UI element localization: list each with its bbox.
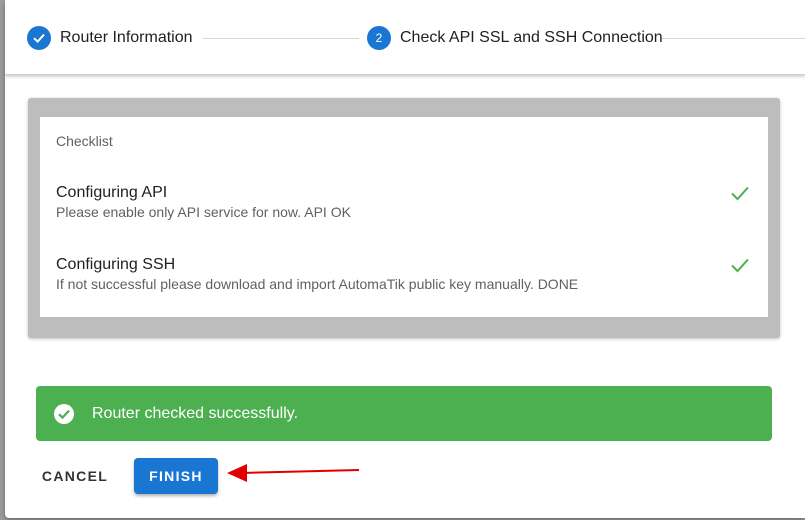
setup-dialog: Router Information 2 Check API SSL and S… (5, 0, 805, 518)
cancel-button[interactable]: CANCEL (35, 458, 115, 494)
check-icon (27, 26, 51, 50)
check-icon (731, 186, 749, 201)
checklist-item-ssh: Configuring SSH If not successful please… (56, 255, 768, 293)
success-alert: Router checked successfully. (36, 386, 772, 441)
step-connector (203, 38, 359, 39)
item-title: Configuring API (56, 184, 168, 201)
stepper: Router Information 2 Check API SSL and S… (5, 0, 805, 75)
item-title: Configuring SSH (56, 256, 176, 273)
step-connector (662, 38, 805, 39)
annotation-arrow-icon (227, 464, 360, 482)
item-subtitle: If not successful please download and im… (56, 276, 579, 292)
step-router-information[interactable]: Router Information (27, 26, 193, 50)
step-label: Check API SSL and SSH Connection (400, 29, 663, 46)
step-check-connection[interactable]: 2 Check API SSL and SSH Connection (367, 26, 663, 50)
alert-message: Router checked successfully. (92, 405, 299, 422)
checklist-title: Checklist (56, 133, 113, 149)
checklist-item-api: Configuring API Please enable only API s… (56, 183, 768, 221)
finish-button[interactable]: FINISH (134, 458, 218, 494)
step-number: 2 (367, 26, 391, 50)
checklist-panel: Checklist Configuring API Please enable … (40, 117, 768, 317)
step-label: Router Information (60, 29, 193, 46)
check-circle-icon (54, 404, 74, 424)
item-subtitle: Please enable only API service for now. … (56, 204, 351, 220)
checklist-card: Checklist Configuring API Please enable … (28, 98, 780, 338)
check-icon (731, 258, 749, 273)
